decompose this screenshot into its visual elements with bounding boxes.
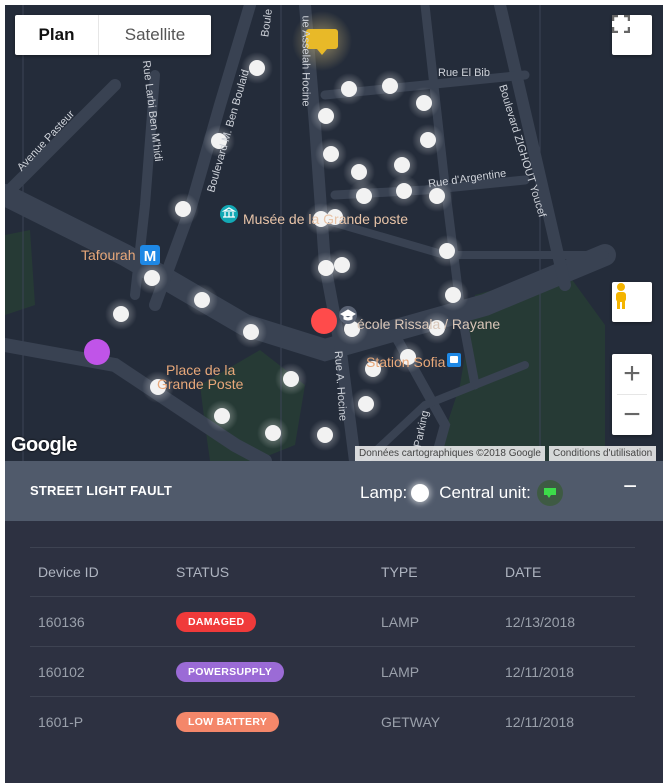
date-cell: 12/11/2018: [497, 696, 635, 746]
fault-panel-header: STREET LIGHT FAULT Lamp: Central unit: −: [5, 461, 663, 521]
place-label-musee: Musée de la Grande poste: [243, 211, 408, 227]
school-icon: [339, 306, 357, 324]
terms-link[interactable]: Conditions d'utilisation: [549, 446, 657, 461]
col-type[interactable]: TYPE: [373, 547, 497, 597]
map-type-satellite-button[interactable]: Satellite: [99, 15, 211, 55]
lamp-legend-icon: [411, 484, 430, 502]
status-cell: POWERSUPPLY: [168, 646, 373, 697]
station-icon: [447, 353, 461, 367]
status-badge: DAMAGED: [176, 611, 257, 632]
zoom-control: + −: [612, 354, 652, 435]
map-type-control: Plan Satellite: [15, 15, 211, 55]
place-label-place-2: Grande Poste: [157, 376, 244, 392]
legend-central-label: Central unit:: [439, 483, 531, 502]
map-view[interactable]: M Musée de la Grande poste Tafourah écol…: [5, 5, 663, 461]
panel-title: STREET LIGHT FAULT: [30, 483, 173, 498]
fullscreen-icon: [612, 15, 630, 33]
col-status[interactable]: STATUS: [168, 547, 373, 597]
street-label-bib: Rue El Bib: [438, 67, 490, 79]
google-logo[interactable]: Google: [11, 434, 77, 457]
status-badge: LOW BATTERY: [176, 711, 280, 732]
marker-legend: Lamp: Central unit:: [360, 480, 563, 506]
place-label-station: Station Sofia: [366, 354, 446, 370]
status-badge: POWERSUPPLY: [176, 661, 285, 682]
table-row[interactable]: 160136 DAMAGED LAMP 12/13/2018: [30, 596, 635, 647]
map-attribution: Données cartographiques ©2018 Google: [355, 446, 545, 461]
street-label-hocine-1: ue Asselah Hocine: [299, 15, 312, 107]
pegman-icon: [616, 283, 626, 309]
street-light-widget: M Musée de la Grande poste Tafourah écol…: [5, 5, 663, 783]
col-device-id[interactable]: Device ID: [30, 547, 168, 597]
table-row[interactable]: 1601-P LOW BATTERY GETWAY 12/11/2018: [30, 696, 635, 746]
date-cell: 12/13/2018: [497, 596, 635, 647]
type-cell: GETWAY: [373, 696, 497, 746]
date-cell: 12/11/2018: [497, 646, 635, 697]
museum-icon: [220, 205, 238, 223]
metro-icon: M: [140, 245, 160, 265]
col-date[interactable]: DATE: [497, 547, 635, 597]
powersupply-lamp-marker[interactable]: [84, 339, 110, 365]
street-view-button[interactable]: [612, 282, 652, 322]
fullscreen-button[interactable]: [612, 15, 652, 55]
device-id-cell: 160136: [30, 596, 168, 647]
zoom-out-button[interactable]: −: [612, 395, 652, 435]
svg-text:M: M: [144, 248, 157, 265]
collapse-button[interactable]: −: [623, 473, 637, 501]
damaged-lamp-marker[interactable]: [311, 308, 337, 334]
place-label-ecole: école Rissala / Rayane: [357, 316, 501, 332]
fault-table: Device ID STATUS TYPE DATE 160136 DAMAGE…: [30, 547, 635, 746]
type-cell: LAMP: [373, 646, 497, 697]
table-header-row: Device ID STATUS TYPE DATE: [30, 547, 635, 597]
status-cell: DAMAGED: [168, 596, 373, 647]
device-id-cell: 1601-P: [30, 696, 168, 746]
map-type-plan-button[interactable]: Plan: [15, 15, 99, 55]
place-label-tafourah: Tafourah: [81, 247, 136, 263]
device-id-cell: 160102: [30, 646, 168, 697]
table-row[interactable]: 160102 POWERSUPPLY LAMP 12/11/2018: [30, 646, 635, 697]
status-cell: LOW BATTERY: [168, 696, 373, 746]
legend-lamp-label: Lamp:: [360, 483, 408, 502]
central-unit-legend-icon: [536, 480, 563, 506]
type-cell: LAMP: [373, 596, 497, 647]
zoom-in-button[interactable]: +: [612, 354, 652, 394]
